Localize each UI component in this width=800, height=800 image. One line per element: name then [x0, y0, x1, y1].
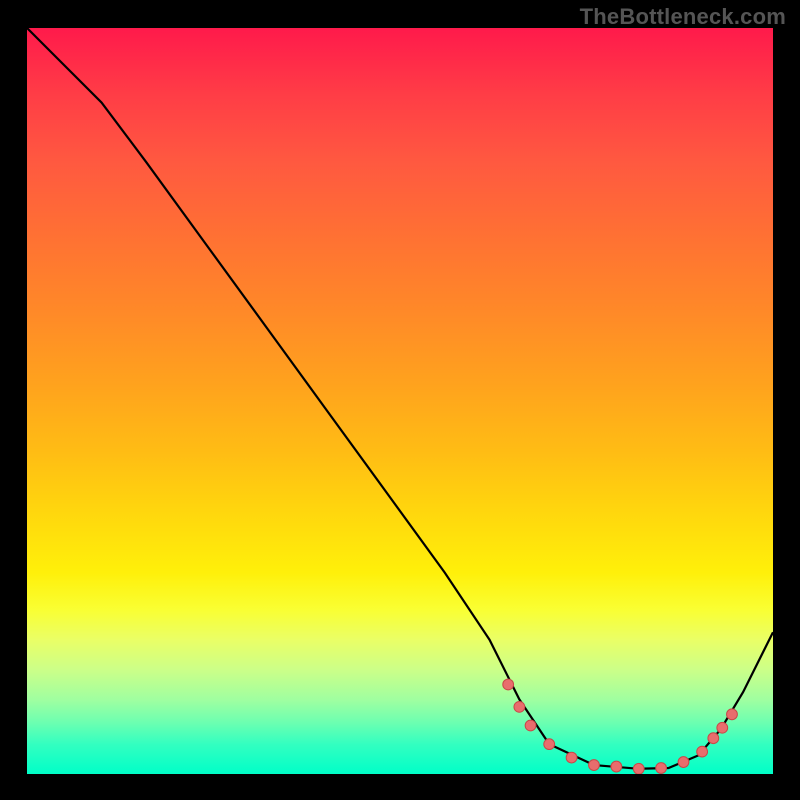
bottleneck-curve — [27, 28, 773, 769]
curve-dot — [611, 761, 622, 772]
curve-dot — [633, 763, 644, 774]
plot-area — [27, 28, 773, 774]
curve-dot — [708, 733, 719, 744]
curve-dot — [525, 720, 536, 731]
curve-dot — [717, 722, 728, 733]
curve-dot — [566, 752, 577, 763]
chart-frame: TheBottleneck.com — [0, 0, 800, 800]
curve-dot — [514, 701, 525, 712]
curve-dot — [678, 757, 689, 768]
watermark-text: TheBottleneck.com — [580, 4, 786, 30]
curve-layer — [27, 28, 773, 774]
curve-dot — [503, 679, 514, 690]
curve-dot — [544, 739, 555, 750]
curve-dot — [727, 709, 738, 720]
curve-dot — [697, 746, 708, 757]
curve-dot — [589, 760, 600, 771]
curve-dot — [656, 763, 667, 774]
